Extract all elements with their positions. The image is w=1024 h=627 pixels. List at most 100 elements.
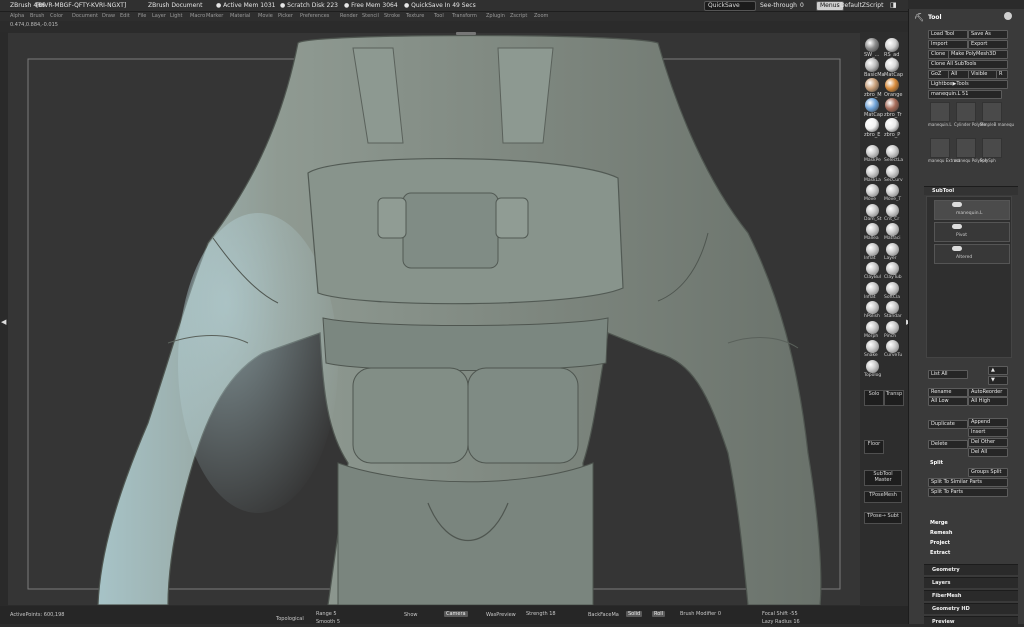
tool-thumbnail[interactable] — [982, 102, 1002, 122]
menu-light[interactable]: Light — [170, 13, 182, 19]
brush-modifier-slider[interactable]: Brush Modifier 0 — [680, 611, 721, 617]
menu-stencil[interactable]: Stencil — [362, 13, 379, 19]
roll-button[interactable]: Roll — [652, 611, 666, 617]
visible-button[interactable]: Visible — [968, 70, 998, 79]
make-polymesh-button[interactable]: Make PolyMesh3D — [948, 50, 1008, 59]
brush-pinch-icon[interactable] — [886, 320, 899, 334]
extract-subsection-label[interactable]: Extract — [930, 550, 950, 556]
material-swatch[interactable] — [865, 98, 879, 112]
menu-document[interactable]: Document — [72, 13, 98, 19]
menu-macro[interactable]: Macro — [190, 13, 205, 19]
brush-maskpe-icon[interactable] — [866, 145, 879, 158]
material-swatch[interactable] — [885, 58, 899, 72]
backface-mask-toggle[interactable]: BackFaceMa — [588, 612, 619, 618]
brush-claytub-icon[interactable] — [886, 262, 899, 275]
all-button[interactable]: All — [948, 70, 970, 79]
window-controls-icon[interactable]: ◨ — [890, 1, 897, 9]
topological-toggle[interactable]: Topological — [276, 616, 304, 622]
split-similar-parts-button[interactable]: Split To Similar Parts — [928, 478, 1008, 487]
tool-palette-title[interactable]: Tool — [928, 14, 942, 21]
menu-file[interactable]: File — [138, 13, 146, 19]
menu-movie[interactable]: Movie — [258, 13, 273, 19]
section-layers[interactable]: Layers — [924, 577, 1018, 588]
brush-inflat-icon[interactable] — [866, 281, 879, 295]
brush-selectla-icon[interactable] — [886, 145, 899, 158]
menu-material[interactable]: Material — [230, 13, 250, 19]
brush-morph-icon[interactable] — [866, 320, 879, 334]
brush-seccurv-icon[interactable] — [886, 164, 899, 178]
tool-thumbnail[interactable] — [930, 138, 950, 158]
subtool-visibility-icon[interactable] — [952, 224, 962, 229]
split-subsection-label[interactable]: Split — [930, 460, 943, 466]
menu-brush[interactable]: Brush — [30, 13, 44, 19]
brush-inflat-icon[interactable] — [866, 242, 879, 256]
quicksave-button[interactable]: QuickSave — [704, 1, 756, 11]
brush-dam_st-icon[interactable] — [866, 203, 879, 217]
solo-button[interactable]: Solo — [864, 390, 884, 406]
subtool-visibility-icon[interactable] — [952, 246, 962, 251]
menu-zplugin[interactable]: Zplugin — [486, 13, 505, 19]
insert-button[interactable]: Insert — [968, 428, 1008, 437]
material-swatch[interactable] — [865, 78, 879, 92]
tool-thumbnail[interactable] — [956, 138, 976, 158]
subtool-section-header[interactable]: SubTool — [924, 186, 1018, 195]
subtool-item[interactable] — [934, 222, 1010, 242]
tool-thumbnail[interactable] — [956, 102, 976, 122]
strength-slider[interactable]: Strength 18 — [526, 611, 556, 617]
del-other-button[interactable]: Del Other — [968, 438, 1008, 447]
move-up-arrow-icon[interactable]: ▲ — [988, 366, 1008, 375]
export-button[interactable]: Export — [968, 40, 1008, 49]
all-high-button[interactable]: All High — [968, 397, 1008, 406]
brush-crit_cr-icon[interactable] — [886, 203, 899, 217]
subtool-item[interactable] — [934, 244, 1010, 264]
append-button[interactable]: Append — [968, 418, 1008, 427]
material-swatch[interactable] — [885, 38, 899, 52]
see-through-label[interactable]: See-through — [760, 2, 797, 9]
brush-move-icon[interactable] — [866, 184, 879, 197]
menu-alpha[interactable]: Alpha — [10, 13, 24, 19]
menu-transform[interactable]: Transform — [452, 13, 477, 19]
all-low-button[interactable]: All Low — [928, 397, 968, 406]
import-button[interactable]: Import — [928, 40, 968, 49]
subtool-master-button[interactable]: SubTool Master — [864, 470, 902, 486]
list-all-button[interactable]: List All — [928, 370, 968, 379]
focal-shift-slider[interactable]: Focal Shift -55 — [762, 611, 798, 617]
tool-thumbnail[interactable] — [982, 138, 1002, 158]
solid-button[interactable]: Solid — [626, 611, 643, 617]
subtool-visibility-icon[interactable] — [952, 202, 962, 207]
menu-preferences[interactable]: Preferences — [300, 13, 329, 19]
delete-button[interactable]: Delete — [928, 440, 968, 449]
menu-marker[interactable]: Marker — [206, 13, 223, 19]
move-down-arrow-icon[interactable]: ▼ — [988, 376, 1008, 385]
material-swatch[interactable] — [885, 98, 899, 112]
del-all-button[interactable]: Del All — [968, 448, 1008, 457]
material-swatch[interactable] — [865, 118, 879, 132]
menu-picker[interactable]: Picker — [278, 13, 293, 19]
range-slider[interactable]: Range 5 — [316, 611, 337, 617]
material-swatch[interactable] — [865, 38, 879, 52]
subtool-item[interactable] — [934, 200, 1010, 220]
menu-draw[interactable]: Draw — [102, 13, 115, 19]
smooth-slider[interactable]: Smooth 5 — [316, 619, 340, 625]
menu-stroke[interactable]: Stroke — [384, 13, 400, 19]
brush-snake-icon[interactable] — [866, 340, 879, 353]
tool-thumbnail[interactable] — [930, 102, 950, 122]
menu-render[interactable]: Render — [340, 13, 358, 19]
material-swatch[interactable] — [865, 58, 879, 72]
canvas-viewport[interactable] — [8, 33, 860, 605]
section-geometry-hd[interactable]: Geometry HD — [924, 603, 1018, 614]
rename-button[interactable]: Rename — [928, 388, 968, 397]
duplicate-button[interactable]: Duplicate — [928, 420, 968, 429]
brush-standar-icon[interactable] — [886, 301, 899, 314]
brush-mallea-icon[interactable] — [866, 223, 879, 236]
menu-zoom[interactable]: Zoom — [534, 13, 548, 19]
brush-maskla-icon[interactable] — [866, 164, 879, 178]
was-preview-toggle[interactable]: WasPreview — [486, 612, 516, 618]
left-shelf-toggle-icon[interactable]: ◀ — [1, 318, 6, 326]
groups-split-button[interactable]: Groups Split — [968, 468, 1008, 477]
clone-button[interactable]: Clone — [928, 50, 950, 59]
brush-softcla-icon[interactable] — [886, 281, 899, 295]
menu-layer[interactable]: Layer — [152, 13, 166, 19]
current-tool-slider[interactable]: manequin.L 51 — [928, 90, 1002, 99]
split-to-parts-button[interactable]: Split To Parts — [928, 488, 1008, 497]
